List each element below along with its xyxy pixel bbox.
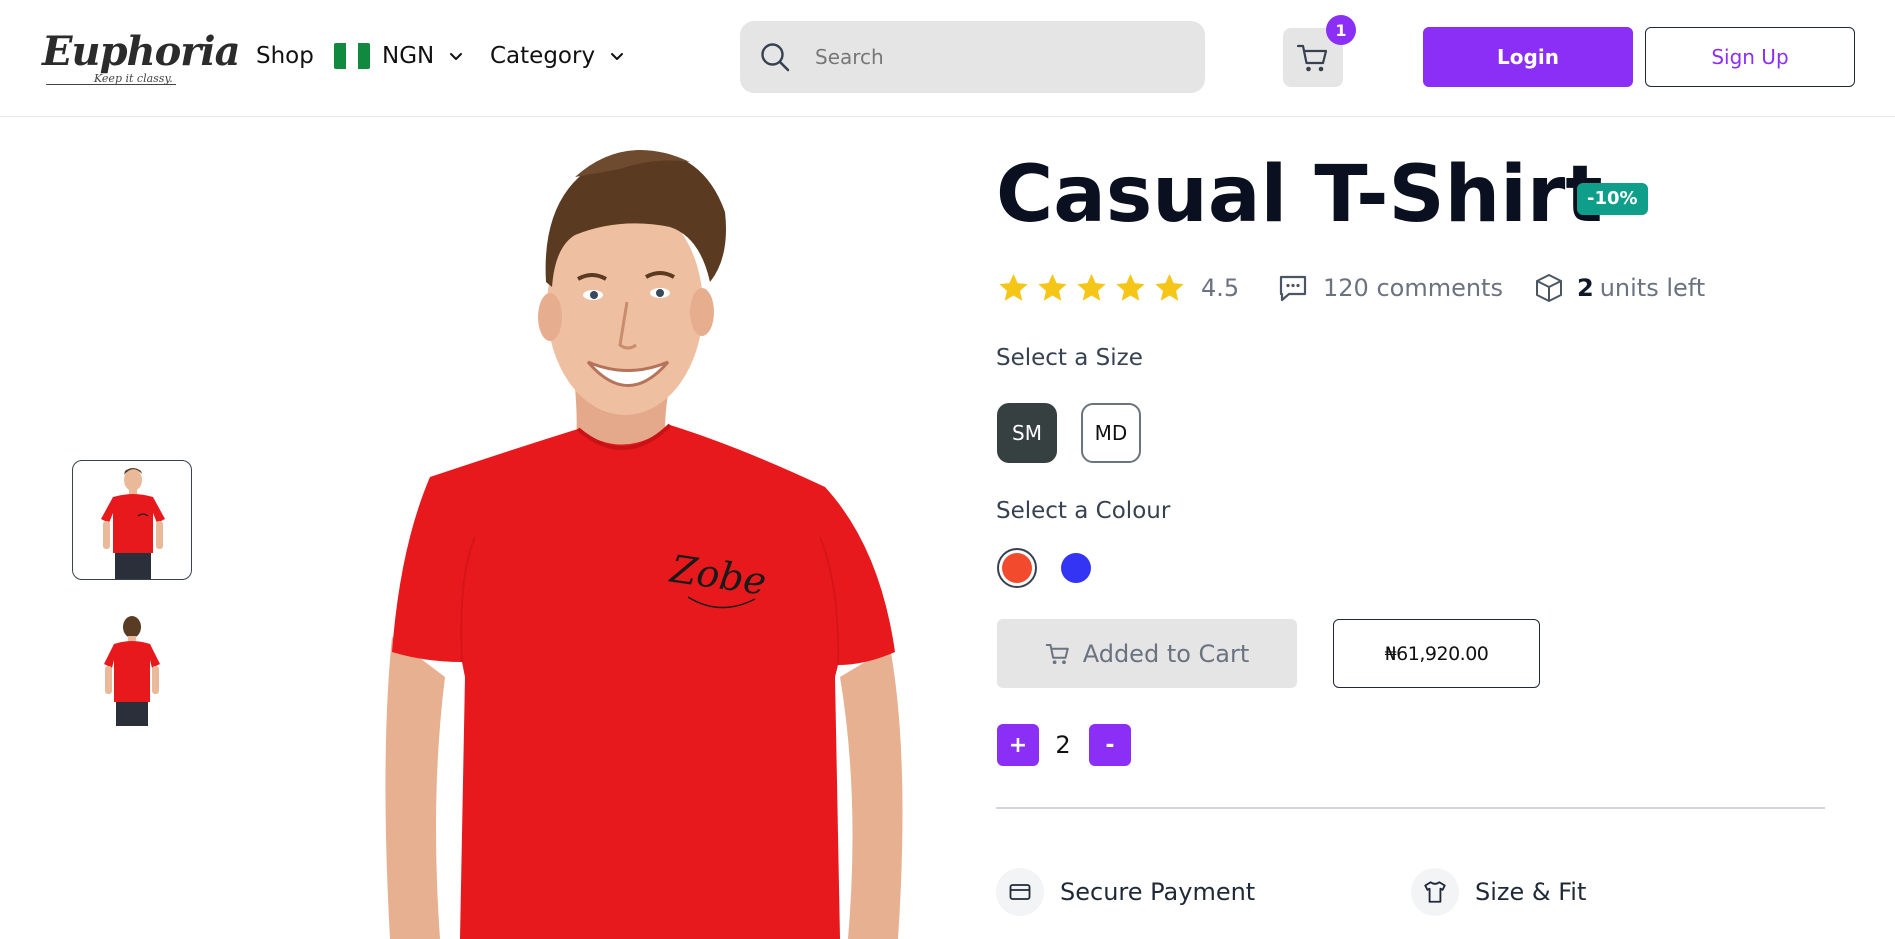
credit-card-icon	[996, 868, 1044, 916]
tshirt-model-photo: Zobe	[385, 150, 903, 939]
search-input[interactable]	[815, 45, 1175, 69]
size-option-sm[interactable]: SM	[997, 403, 1057, 463]
discount-badge: -10%	[1577, 183, 1648, 215]
feature-size-fit: Size & Fit	[1411, 868, 1586, 916]
category-dropdown[interactable]: Category	[490, 42, 625, 70]
colour-swatch-blue[interactable]	[1056, 548, 1096, 588]
quantity-decrease-button[interactable]: -	[1089, 724, 1131, 766]
comment-icon	[1279, 275, 1307, 302]
rating-row: 4.5	[996, 268, 1239, 308]
rating-value: 4.5	[1201, 274, 1240, 302]
secure-payment-label: Secure Payment	[1060, 878, 1256, 906]
feature-secure-payment: Secure Payment	[996, 868, 1255, 916]
size-option-md[interactable]: MD	[1081, 403, 1141, 463]
size-label: Select a Size	[996, 345, 1143, 371]
units-label: units left	[1599, 274, 1706, 302]
chevron-down-icon	[450, 53, 463, 60]
star-icon	[999, 273, 1028, 301]
added-to-cart-button[interactable]: Added to Cart	[997, 619, 1297, 688]
stock-indicator: 2 units left	[1533, 268, 1705, 308]
comments-count: 120 comments	[1323, 274, 1503, 302]
logo-underline	[46, 84, 176, 85]
chevron-down-icon	[611, 53, 624, 60]
currency-selector[interactable]: NGN	[334, 42, 464, 70]
star-icon	[1038, 273, 1067, 301]
nav-shop-link[interactable]: Shop	[256, 42, 314, 70]
brand-name: Euphoria	[42, 28, 241, 75]
main-product-image: Zobe	[370, 117, 920, 939]
signup-button[interactable]: Sign Up	[1645, 27, 1855, 87]
nav-shop-label: Shop	[256, 43, 314, 69]
cart-icon	[1045, 643, 1069, 664]
units-count: 2	[1577, 274, 1594, 302]
price-display: ₦61,920.00	[1333, 619, 1540, 688]
tshirt-back-thumbnail-image	[104, 616, 160, 726]
colour-label: Select a Colour	[996, 498, 1171, 524]
section-divider	[996, 807, 1825, 809]
colour-swatch-red[interactable]	[997, 548, 1037, 588]
thumbnail-back[interactable]	[72, 610, 192, 730]
nigeria-flag-icon	[334, 43, 370, 69]
tshirt-icon	[1411, 868, 1459, 916]
cart-icon	[1296, 44, 1328, 71]
site-header: Euphoria Keep it classy. Shop NGN Catego…	[0, 0, 1895, 117]
star-icon	[1155, 273, 1184, 301]
added-to-cart-label: Added to Cart	[1082, 639, 1250, 668]
red-dot	[1002, 553, 1032, 583]
star-icon	[1116, 273, 1145, 301]
thumbnail-front[interactable]	[72, 460, 192, 580]
search-bar[interactable]	[740, 21, 1205, 93]
tshirt-front-thumbnail-image	[101, 468, 165, 579]
box-icon	[1536, 274, 1562, 302]
login-button[interactable]: Login	[1423, 27, 1633, 87]
product-title: Casual T-Shirt	[996, 150, 1603, 240]
cart-count-badge: 1	[1326, 15, 1356, 45]
comments-link[interactable]: 120 comments	[1277, 268, 1503, 308]
star-icon	[1077, 273, 1106, 301]
blue-dot	[1061, 553, 1091, 583]
category-label: Category	[490, 43, 596, 69]
star-rating	[996, 271, 1191, 305]
size-fit-label: Size & Fit	[1475, 878, 1587, 906]
brand-logo[interactable]: Euphoria Keep it classy.	[42, 28, 241, 90]
quantity-increase-button[interactable]: +	[997, 724, 1039, 766]
quantity-value: 2	[1055, 731, 1071, 759]
currency-label: NGN	[382, 43, 435, 69]
search-icon	[761, 43, 790, 72]
